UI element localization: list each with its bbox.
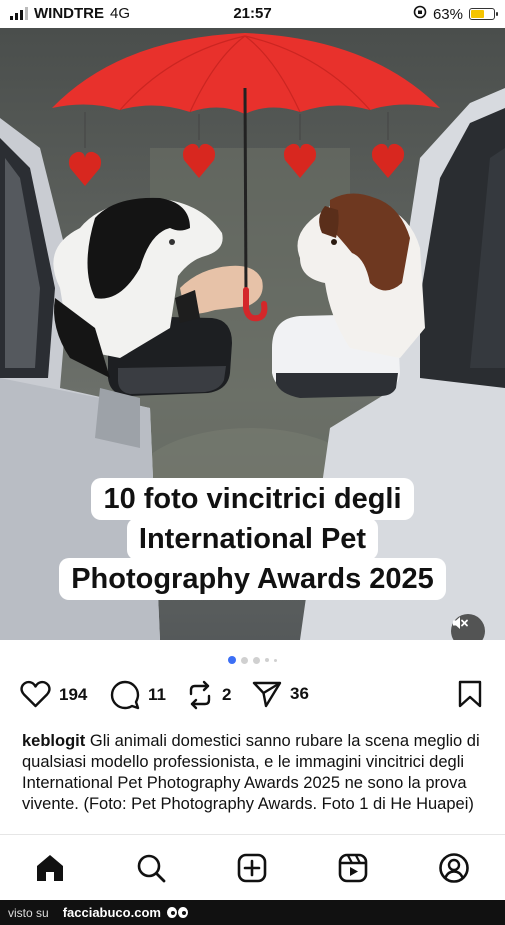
watermark-prefix: visto su bbox=[8, 905, 49, 920]
repost-button[interactable]: 2 bbox=[186, 680, 231, 710]
mute-button[interactable] bbox=[451, 614, 485, 640]
profile-icon bbox=[439, 853, 469, 883]
post-caption-body: Gli animali domestici sanno rubare la sc… bbox=[22, 732, 480, 813]
like-count: 194 bbox=[59, 684, 88, 704]
carousel-dot bbox=[253, 656, 260, 664]
carousel-dot bbox=[228, 656, 236, 664]
comment-icon bbox=[110, 680, 140, 710]
status-right: 63% bbox=[413, 5, 498, 23]
post-actions: 194 11 2 36 bbox=[0, 680, 505, 714]
network-type: 4G bbox=[110, 5, 131, 22]
like-button[interactable]: 194 bbox=[20, 680, 87, 709]
carousel-dot bbox=[274, 658, 277, 662]
carousel-dot bbox=[241, 656, 248, 664]
create-icon bbox=[237, 853, 267, 883]
eyes-logo-icon bbox=[166, 907, 188, 918]
carrier-name: WINDTRE bbox=[34, 5, 104, 22]
post-image[interactable]: 10 foto vincitrici degli International P… bbox=[0, 28, 505, 640]
signal-icon bbox=[10, 7, 28, 20]
share-button[interactable]: 36 bbox=[252, 680, 309, 708]
nav-search[interactable] bbox=[134, 851, 168, 885]
bottom-nav bbox=[0, 834, 505, 901]
comment-count: 11 bbox=[148, 685, 166, 704]
carousel-dot bbox=[265, 658, 269, 662]
send-icon bbox=[252, 681, 282, 708]
orientation-lock-icon bbox=[413, 5, 427, 23]
watermark-bar: visto su facciabuco.com bbox=[0, 900, 505, 925]
search-icon bbox=[137, 854, 166, 883]
battery-percent: 63% bbox=[432, 5, 463, 23]
post-username[interactable]: keblogit bbox=[22, 732, 85, 750]
muted-speaker-icon bbox=[453, 617, 468, 629]
nav-create[interactable] bbox=[235, 851, 269, 885]
carrier-info: WINDTRE 4G bbox=[10, 5, 130, 22]
heart-icon bbox=[20, 680, 51, 708]
nav-home[interactable] bbox=[33, 851, 67, 885]
bookmark-icon bbox=[458, 680, 482, 708]
share-count: 36 bbox=[290, 684, 309, 703]
status-bar: WINDTRE 4G 21:57 63% bbox=[0, 0, 505, 28]
comment-button[interactable]: 11 bbox=[110, 680, 166, 710]
repost-icon bbox=[189, 680, 211, 710]
repost-count: 2 bbox=[222, 685, 232, 704]
nav-profile[interactable] bbox=[437, 851, 471, 885]
image-caption-line: 10 foto vincitrici degli bbox=[91, 478, 414, 520]
post-caption: keblogit Gli animali domestici sanno rub… bbox=[22, 731, 487, 831]
image-caption-line: Photography Awards 2025 bbox=[59, 558, 446, 600]
nav-reels[interactable] bbox=[336, 851, 370, 885]
save-button[interactable] bbox=[458, 680, 482, 708]
watermark-brand: facciabuco.com bbox=[62, 905, 161, 920]
image-caption-banner: 10 foto vincitrici degli International P… bbox=[0, 478, 505, 600]
image-caption-line: International Pet bbox=[126, 518, 379, 560]
reels-icon bbox=[338, 853, 368, 883]
battery-icon bbox=[469, 8, 498, 20]
home-icon bbox=[37, 855, 63, 881]
carousel-indicator bbox=[0, 656, 505, 664]
